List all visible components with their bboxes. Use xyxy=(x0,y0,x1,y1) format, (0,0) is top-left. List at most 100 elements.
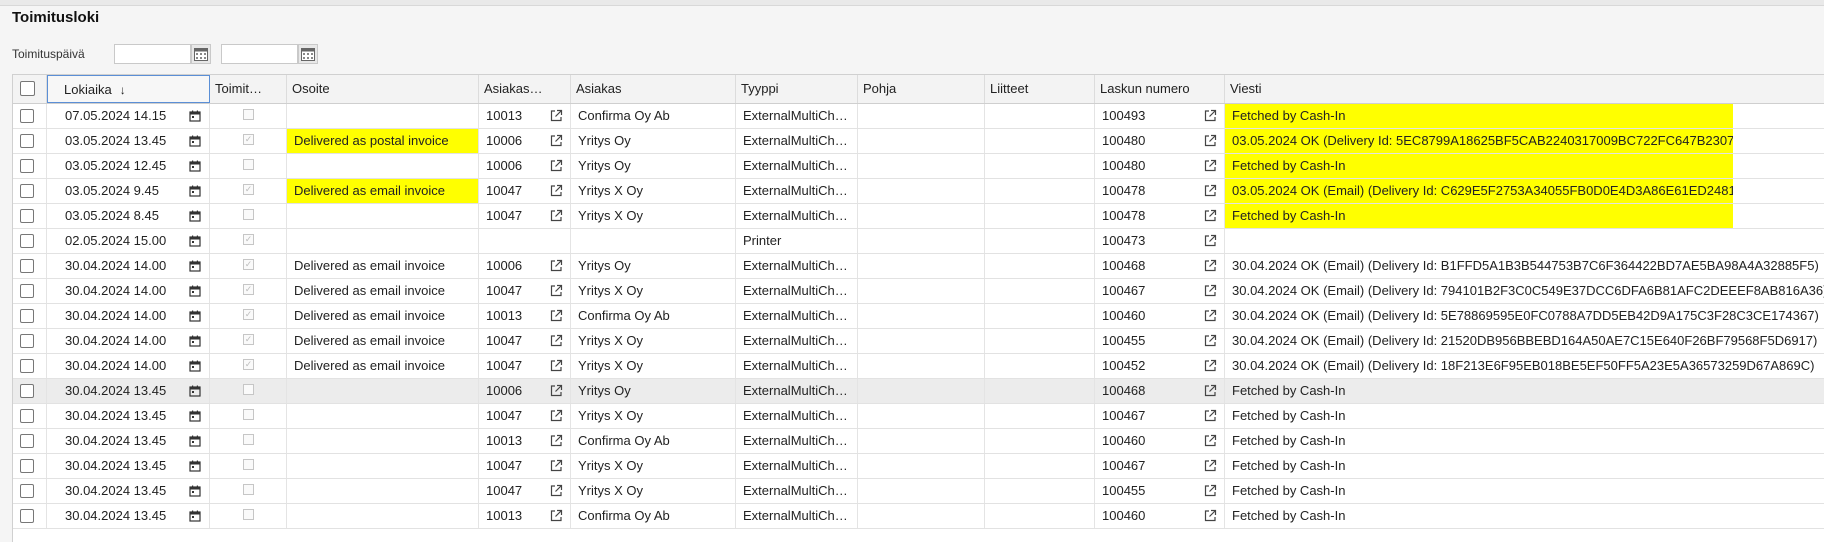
calendar-icon[interactable] xyxy=(189,310,201,322)
row-select-checkbox[interactable] xyxy=(20,409,34,423)
row-select-checkbox[interactable] xyxy=(20,384,34,398)
calendar-icon[interactable] xyxy=(189,485,201,497)
open-external-icon[interactable] xyxy=(1204,509,1217,522)
open-external-icon[interactable] xyxy=(550,259,563,272)
open-external-icon[interactable] xyxy=(550,334,563,347)
table-row[interactable]: 02.05.2024 15.00 ✓ Printer 100473 xyxy=(13,229,1824,254)
row-select-checkbox[interactable] xyxy=(20,509,34,523)
row-select-checkbox[interactable] xyxy=(20,259,34,273)
row-select-checkbox[interactable] xyxy=(20,459,34,473)
open-external-icon[interactable] xyxy=(1204,209,1217,222)
header-lokiaika[interactable]: Lokiaika ↓ xyxy=(47,75,210,103)
open-external-icon[interactable] xyxy=(550,509,563,522)
row-select-checkbox[interactable] xyxy=(20,234,34,248)
header-viesti[interactable]: Viesti xyxy=(1225,75,1824,103)
calendar-icon[interactable] xyxy=(189,185,201,197)
select-all-checkbox[interactable] xyxy=(20,81,35,96)
header-liitteet[interactable]: Liitteet xyxy=(985,75,1095,103)
open-external-icon[interactable] xyxy=(550,409,563,422)
header-tyyppi[interactable]: Tyyppi xyxy=(736,75,858,103)
date-to-input[interactable] xyxy=(221,44,298,64)
row-select-checkbox[interactable] xyxy=(20,109,34,123)
open-external-icon[interactable] xyxy=(1204,484,1217,497)
row-select-checkbox[interactable] xyxy=(20,134,34,148)
table-row[interactable]: 03.05.2024 9.45 ✓ Delivered as email invoi… xyxy=(13,179,1824,204)
open-external-icon[interactable] xyxy=(1204,159,1217,172)
header-asiakas[interactable]: Asiakas xyxy=(571,75,736,103)
open-external-icon[interactable] xyxy=(550,459,563,472)
table-row[interactable]: 30.04.2024 13.45 10047 Yritys X Oy External… xyxy=(13,454,1824,479)
row-select-checkbox[interactable] xyxy=(20,334,34,348)
open-external-icon[interactable] xyxy=(550,109,563,122)
table-row[interactable]: 30.04.2024 14.00 ✓ Delivered as email invo… xyxy=(13,329,1824,354)
calendar-icon[interactable] xyxy=(189,135,201,147)
open-external-icon[interactable] xyxy=(550,184,563,197)
open-external-icon[interactable] xyxy=(1204,109,1217,122)
table-row[interactable]: 30.04.2024 14.00 ✓ Delivered as email invo… xyxy=(13,354,1824,379)
calendar-icon[interactable] xyxy=(189,460,201,472)
calendar-icon[interactable] xyxy=(189,435,201,447)
open-external-icon[interactable] xyxy=(1204,334,1217,347)
open-external-icon[interactable] xyxy=(1204,184,1217,197)
open-external-icon[interactable] xyxy=(1204,409,1217,422)
open-external-icon[interactable] xyxy=(1204,434,1217,447)
table-row[interactable]: 30.04.2024 13.45 10047 Yritys X Oy External… xyxy=(13,404,1824,429)
header-toimitettu[interactable]: Toimit… xyxy=(210,75,287,103)
table-row[interactable]: 03.05.2024 8.45 10047 Yritys X Oy ExternalM… xyxy=(13,204,1824,229)
header-asiakasnro[interactable]: Asiakas… xyxy=(479,75,571,103)
open-external-icon[interactable] xyxy=(1204,259,1217,272)
open-external-icon[interactable] xyxy=(550,384,563,397)
date-from-calendar-button[interactable] xyxy=(191,44,211,64)
header-osoite[interactable]: Osoite xyxy=(287,75,479,103)
table-row[interactable]: 30.04.2024 13.45 10013 Confirma Oy Ab Exter… xyxy=(13,504,1824,529)
calendar-icon[interactable] xyxy=(189,410,201,422)
header-pohja[interactable]: Pohja xyxy=(858,75,985,103)
calendar-icon[interactable] xyxy=(189,260,201,272)
date-to-calendar-button[interactable] xyxy=(298,44,318,64)
open-external-icon[interactable] xyxy=(1204,234,1217,247)
table-row[interactable]: 03.05.2024 13.45 ✓ Delivered as postal inv… xyxy=(13,129,1824,154)
row-select-checkbox[interactable] xyxy=(20,284,34,298)
calendar-icon[interactable] xyxy=(189,510,201,522)
row-select-checkbox[interactable] xyxy=(20,209,34,223)
table-row[interactable]: 30.04.2024 14.00 ✓ Delivered as email invo… xyxy=(13,304,1824,329)
calendar-icon[interactable] xyxy=(189,110,201,122)
open-external-icon[interactable] xyxy=(1204,309,1217,322)
calendar-icon[interactable] xyxy=(189,210,201,222)
table-row[interactable]: 30.04.2024 13.45 10013 Confirma Oy Ab Exter… xyxy=(13,429,1824,454)
calendar-icon[interactable] xyxy=(189,160,201,172)
open-external-icon[interactable] xyxy=(550,284,563,297)
table-row[interactable]: 30.04.2024 14.00 ✓ Delivered as email invo… xyxy=(13,279,1824,304)
date-from-input[interactable] xyxy=(114,44,191,64)
table-row[interactable]: 30.04.2024 14.00 ✓ Delivered as email invo… xyxy=(13,254,1824,279)
open-external-icon[interactable] xyxy=(1204,134,1217,147)
open-external-icon[interactable] xyxy=(550,134,563,147)
open-external-icon[interactable] xyxy=(550,209,563,222)
row-select-checkbox[interactable] xyxy=(20,359,34,373)
calendar-icon[interactable] xyxy=(189,235,201,247)
row-select-checkbox[interactable] xyxy=(20,484,34,498)
row-select-checkbox[interactable] xyxy=(20,159,34,173)
calendar-icon[interactable] xyxy=(189,360,201,372)
open-external-icon[interactable] xyxy=(550,484,563,497)
sort-descending-icon[interactable]: ↓ xyxy=(120,83,126,97)
open-external-icon[interactable] xyxy=(550,359,563,372)
row-select-checkbox[interactable] xyxy=(20,184,34,198)
table-row[interactable]: 07.05.2024 14.15 10013 Confirma Oy Ab Exter… xyxy=(13,104,1824,129)
open-external-icon[interactable] xyxy=(1204,359,1217,372)
open-external-icon[interactable] xyxy=(550,309,563,322)
row-select-checkbox[interactable] xyxy=(20,309,34,323)
header-laskun-numero[interactable]: Laskun numero xyxy=(1095,75,1225,103)
open-external-icon[interactable] xyxy=(550,434,563,447)
calendar-icon[interactable] xyxy=(189,385,201,397)
table-row[interactable]: 30.04.2024 13.45 10006 Yritys Oy ExternalMu… xyxy=(13,379,1824,404)
open-external-icon[interactable] xyxy=(1204,459,1217,472)
row-select-checkbox[interactable] xyxy=(20,434,34,448)
open-external-icon[interactable] xyxy=(1204,384,1217,397)
open-external-icon[interactable] xyxy=(1204,284,1217,297)
select-all-header[interactable] xyxy=(13,75,47,103)
calendar-icon[interactable] xyxy=(189,285,201,297)
table-row[interactable]: 03.05.2024 12.45 10006 Yritys Oy ExternalMu… xyxy=(13,154,1824,179)
calendar-icon[interactable] xyxy=(189,335,201,347)
open-external-icon[interactable] xyxy=(550,159,563,172)
